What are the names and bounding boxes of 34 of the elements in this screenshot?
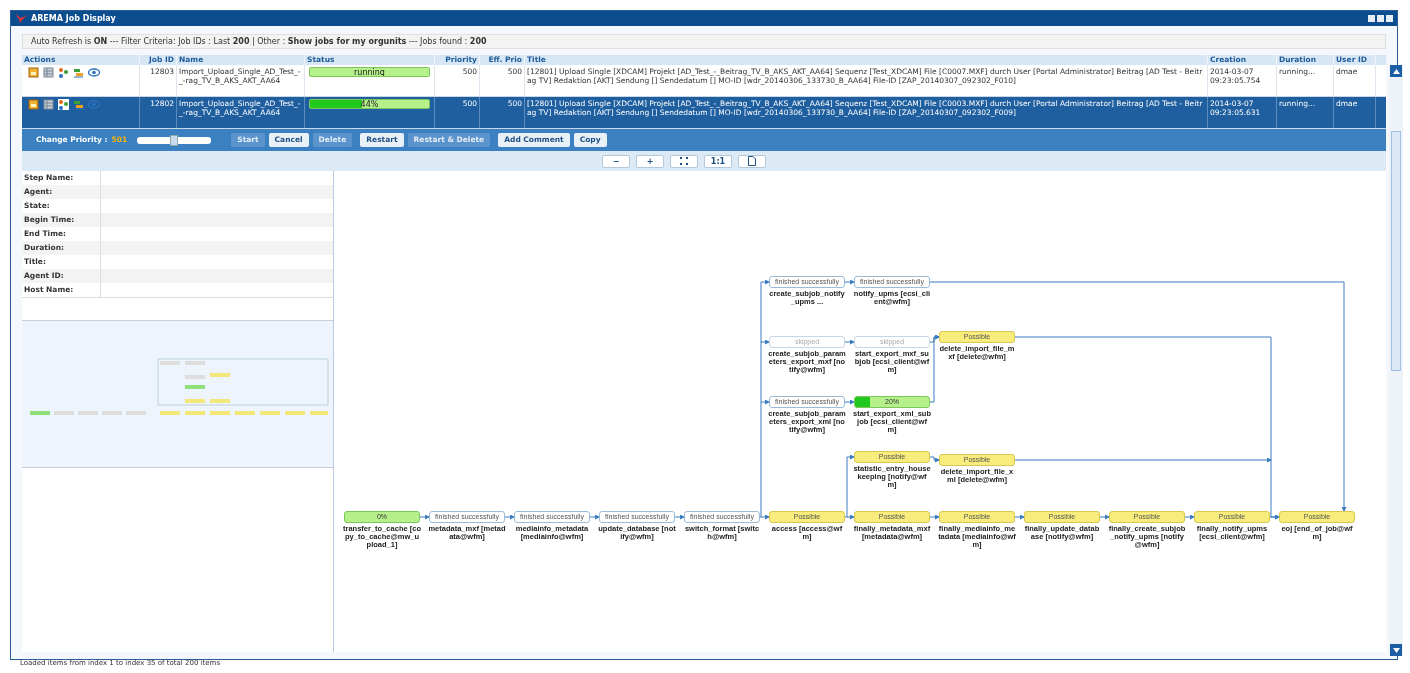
- priority-slider[interactable]: [137, 136, 212, 144]
- connector-arrow: [504, 514, 515, 520]
- steps-icon[interactable]: [73, 99, 84, 110]
- connector-arrow: [589, 514, 600, 520]
- steps-icon[interactable]: [73, 67, 84, 78]
- connector-arrow: [844, 339, 855, 345]
- fit-view-button[interactable]: [670, 154, 698, 168]
- nodes-icon[interactable]: [58, 99, 69, 110]
- slider-thumb[interactable]: [170, 134, 179, 146]
- document-icon[interactable]: [28, 67, 39, 78]
- eye-icon[interactable]: [88, 67, 100, 78]
- window-title: AREMA Job Display: [31, 12, 116, 25]
- zoom-button[interactable]: 1:1: [704, 154, 732, 168]
- table-row[interactable]: [22, 65, 1386, 97]
- connector-arrow: [929, 514, 940, 520]
- app-logo-icon: [15, 14, 27, 23]
- nodes-icon[interactable]: [58, 67, 69, 78]
- page-button[interactable]: [738, 154, 766, 168]
- status-text: running: [353, 68, 386, 76]
- page-icon: [748, 156, 756, 166]
- scrollbar[interactable]: [1389, 65, 1403, 656]
- table-row[interactable]: [22, 97, 1386, 129]
- table-icon[interactable]: [43, 99, 54, 110]
- fit-view-icon: [680, 157, 688, 165]
- connector-arrow: [419, 514, 430, 520]
- filter-info-bar: Auto Refresh is ON --- Filter Criteria: Job IDs : Last 200 | Other : Show jobs for my orgunits --- Jobs found : 200: [22, 34, 1386, 49]
- zoom-button[interactable]: −: [602, 154, 630, 168]
- connector-arrow: [674, 514, 685, 520]
- scroll-up-icon[interactable]: [1390, 65, 1402, 77]
- zoom-button[interactable]: +: [636, 154, 664, 168]
- scroll-down-icon[interactable]: [1390, 644, 1402, 656]
- connector-arrow: [844, 399, 855, 405]
- connector-arrow: [844, 279, 855, 285]
- document-icon[interactable]: [28, 99, 39, 110]
